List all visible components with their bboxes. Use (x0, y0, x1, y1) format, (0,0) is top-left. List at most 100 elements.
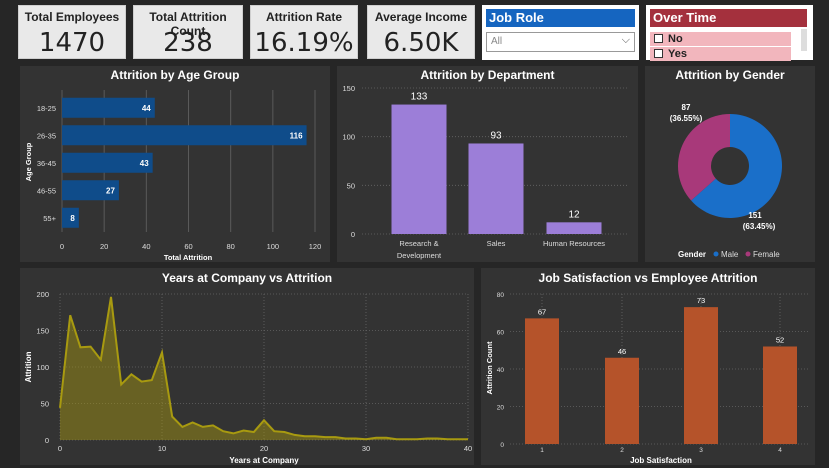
y-tick-label: 40 (497, 367, 505, 374)
data-label: (63.45%) (743, 222, 776, 231)
years-chart: 0 50 100 150 200 0 10 20 30 40 Years at Company Att… (24, 290, 472, 465)
y-tick-label: 150 (342, 84, 355, 93)
x-tick-label: 30 (362, 444, 370, 453)
y-tick-label: 100 (342, 133, 355, 142)
x-tick-label: 40 (464, 444, 472, 453)
scrollbar[interactable] (801, 29, 807, 51)
data-label: (36.55%) (670, 114, 703, 123)
over-time-option-no[interactable]: No (650, 32, 791, 46)
gender-chart: 87 (36.55%) 151 (63.45%) Gender Male Female (670, 103, 782, 259)
kpi-label: Attrition Rate (266, 10, 342, 24)
over-time-title: Over Time (650, 9, 807, 27)
bar (684, 307, 718, 444)
x-tick-label: 20 (260, 444, 268, 453)
y-tick-label: 20 (497, 405, 505, 412)
y-tick-label: 100 (36, 363, 49, 372)
y-axis-label: Age Group (24, 142, 33, 181)
job-role-title: Job Role (486, 9, 635, 27)
data-label: 8 (70, 214, 75, 223)
kpi-attrition-count: Total Attrition Count 238 (133, 5, 243, 59)
bar (525, 318, 559, 444)
age-group-chart: 0 20 40 60 80 100 120 18-25 44 26-35 116 36-45 43 46-… (24, 90, 321, 262)
data-label: 46 (618, 347, 626, 356)
x-tick-label: 10 (158, 444, 166, 453)
x-tick-label: 0 (58, 444, 62, 453)
data-label: 44 (142, 104, 151, 113)
y-tick-label: 0 (500, 442, 504, 449)
y-tick-label: 200 (36, 290, 49, 299)
data-label: 12 (568, 209, 580, 220)
x-axis-label: Years at Company (229, 456, 299, 465)
x-tick-label: 0 (60, 242, 64, 251)
y-tick-label: 36-45 (37, 159, 56, 168)
kpi-average-income: Average Income 6.50K (367, 5, 475, 59)
x-tick-label: Sales (487, 239, 506, 248)
y-tick-label: 80 (497, 292, 505, 299)
gender-panel: Attrition by Gender 87 (36.55%) 151 (63.45%… (645, 66, 815, 262)
y-tick-label: 50 (347, 181, 355, 190)
bar (391, 104, 447, 234)
kpi-attrition-rate: Attrition Rate 16.19% (250, 5, 358, 59)
bar (546, 222, 602, 234)
legend-title: Gender (678, 250, 706, 259)
y-tick-label: 60 (497, 330, 505, 337)
over-time-slicer: Over Time No Yes (646, 5, 813, 61)
data-label: 73 (697, 296, 705, 305)
data-label: 93 (490, 130, 502, 141)
age-group-panel: Attrition by Age Group 0 20 40 60 80 100 120 18… (20, 66, 330, 262)
y-tick-label: 0 (351, 230, 355, 239)
data-label: 116 (290, 131, 303, 140)
kpi-label: Average Income (374, 10, 468, 24)
y-tick-label: 18-25 (37, 104, 56, 113)
kpi-value: 6.50K (383, 28, 459, 58)
data-label: 43 (140, 159, 149, 168)
y-tick-label: 46-55 (37, 186, 56, 195)
x-tick-label: 3 (699, 447, 703, 454)
job-role-dropdown[interactable]: All ⌵ (486, 32, 635, 52)
x-tick-label: Human Resources (543, 239, 605, 248)
y-tick-label: 50 (41, 400, 49, 409)
legend-marker (745, 251, 751, 257)
checkbox-icon[interactable] (654, 34, 663, 43)
bar (605, 357, 639, 444)
x-tick-label: Development (397, 251, 442, 260)
y-axis-label: Attrition (24, 351, 33, 382)
over-time-option-yes[interactable]: Yes (650, 47, 791, 61)
legend-marker (713, 251, 719, 257)
department-chart: 0 50 100 150 133 Research & Development 93 Sales… (342, 84, 629, 260)
data-label: 52 (776, 336, 784, 345)
x-tick-label: 2 (620, 447, 624, 454)
bar (468, 143, 524, 234)
y-axis-label: Attrition Count (485, 341, 494, 394)
kpi-total-employees: Total Employees 1470 (18, 5, 126, 59)
y-tick-label: 55+ (43, 214, 56, 223)
data-label: 67 (538, 307, 546, 316)
bar (62, 125, 307, 146)
department-panel: Attrition by Department 0 50 100 150 133 Rese… (337, 66, 638, 262)
job-satisfaction-panel: Job Satisfaction vs Employee Attrition 0… (481, 268, 815, 465)
job-role-selected: All (491, 36, 503, 47)
x-tick-label: 20 (100, 242, 108, 251)
x-tick-label: 80 (226, 242, 234, 251)
x-axis-label: Total Attrition (164, 253, 213, 262)
kpi-label: Total Employees (24, 10, 120, 24)
bar (763, 346, 797, 444)
x-axis-label: Job Satisfaction (630, 456, 692, 465)
bar (62, 97, 155, 118)
job-role-slicer: Job Role All ⌵ (482, 5, 639, 60)
kpi-value: 16.19% (254, 28, 354, 58)
x-tick-label: 40 (142, 242, 150, 251)
y-tick-label: 26-35 (37, 131, 56, 140)
job-satisfaction-chart: 0 20 40 60 80 67 1 46 2 73 3 52 4 Job Satisfaction Att… (485, 292, 809, 465)
data-label: 87 (682, 103, 691, 112)
x-tick-label: 100 (267, 242, 280, 251)
legend-label: Male (721, 250, 739, 259)
y-tick-label: 150 (36, 327, 49, 336)
data-label: 151 (748, 211, 762, 220)
x-tick-label: 60 (184, 242, 192, 251)
checkbox-icon[interactable] (654, 49, 663, 58)
x-tick-label: 4 (778, 447, 782, 454)
kpi-value: 238 (163, 28, 213, 58)
legend-label: Female (753, 250, 780, 259)
option-label: Yes (668, 48, 687, 60)
